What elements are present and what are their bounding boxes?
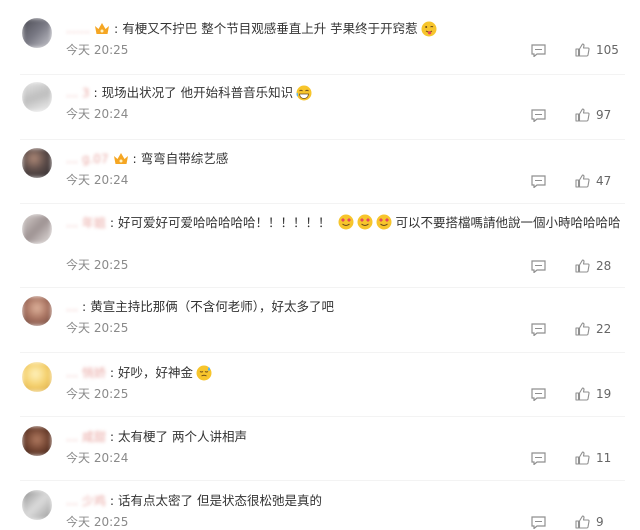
avatar[interactable] bbox=[22, 82, 52, 112]
reply-icon[interactable] bbox=[531, 109, 546, 122]
like-button[interactable]: 28 bbox=[575, 259, 611, 273]
comment-text: 有梗又不拧巴 整个节目观感垂直上升 芋果终于开窍惹 bbox=[122, 21, 418, 36]
like-button[interactable]: 11 bbox=[575, 451, 611, 465]
username[interactable]: … 悄娇 bbox=[66, 362, 106, 384]
colon: : bbox=[93, 85, 98, 100]
like-button[interactable]: 9 bbox=[575, 515, 604, 529]
tongue-icon bbox=[421, 21, 437, 37]
thumbs-up-icon bbox=[575, 174, 590, 188]
username[interactable]: … g.07 bbox=[66, 148, 109, 170]
comment-text-continued: 可以不要搭檔嗎請他說一個小時哈哈哈哈 bbox=[395, 215, 621, 230]
username[interactable]: … bbox=[66, 296, 78, 318]
like-button[interactable]: 22 bbox=[575, 322, 611, 336]
username[interactable]: … 咸甜 bbox=[66, 426, 106, 448]
like-count: 9 bbox=[596, 515, 604, 529]
comment-text: 黄宣主持比那俩（不含何老师），好太多了吧 bbox=[90, 299, 334, 314]
avatar[interactable] bbox=[22, 296, 52, 326]
vip-crown-icon bbox=[95, 23, 109, 34]
comment-text: 好可爱好可爱哈哈哈哈哈！！！！！！ bbox=[118, 215, 331, 230]
comment-text: 好吵，好神金 bbox=[118, 365, 194, 380]
timestamp: 今天 20:25 bbox=[66, 387, 129, 401]
vip-crown-icon bbox=[113, 153, 128, 164]
avatar[interactable] bbox=[22, 214, 52, 244]
thumbs-up-icon bbox=[575, 451, 590, 465]
heart-eyes-icon bbox=[357, 214, 373, 230]
laugh-icon bbox=[296, 85, 312, 101]
avatar[interactable] bbox=[22, 426, 52, 456]
avatar[interactable] bbox=[22, 362, 52, 392]
reply-icon[interactable] bbox=[531, 175, 546, 188]
thumbs-up-icon bbox=[575, 108, 590, 122]
divider bbox=[20, 416, 625, 417]
reply-icon[interactable] bbox=[531, 388, 546, 401]
divider bbox=[20, 203, 625, 204]
timestamp: 今天 20:24 bbox=[66, 173, 129, 187]
comment-text: 话有点太密了 但是状态很松弛是真的 bbox=[118, 493, 323, 508]
username[interactable]: … 少鸡 bbox=[66, 490, 106, 512]
reply-icon[interactable] bbox=[531, 516, 546, 529]
colon: : bbox=[109, 429, 115, 444]
comment-text: 太有梗了 两个人讲相声 bbox=[118, 429, 248, 444]
colon: : bbox=[109, 215, 115, 230]
like-count: 11 bbox=[596, 451, 612, 465]
timestamp: 今天 20:25 bbox=[66, 321, 129, 335]
heart-eyes-icon bbox=[376, 214, 392, 230]
like-button[interactable]: 19 bbox=[575, 387, 611, 401]
thumbs-up-icon bbox=[575, 322, 590, 336]
like-button[interactable]: 97 bbox=[575, 108, 611, 122]
timestamp: 今天 20:25 bbox=[66, 43, 129, 57]
like-button[interactable]: 47 bbox=[575, 174, 611, 188]
avatar[interactable] bbox=[22, 490, 52, 520]
timestamp: 今天 20:24 bbox=[66, 451, 129, 465]
reply-icon[interactable] bbox=[531, 44, 546, 57]
comment-text: 现场出状况了 他开始科普音乐知识 bbox=[101, 85, 294, 100]
colon: : bbox=[132, 151, 137, 166]
timestamp: 今天 20:25 bbox=[66, 515, 129, 529]
reply-icon[interactable] bbox=[531, 452, 546, 465]
divider bbox=[20, 287, 625, 288]
thumbs-up-icon bbox=[575, 515, 590, 529]
comment-text: 弯弯自带综艺感 bbox=[140, 151, 229, 166]
avatar[interactable] bbox=[22, 18, 52, 48]
like-count: 22 bbox=[596, 322, 612, 336]
heart-eyes-emoji-group bbox=[335, 214, 396, 230]
like-count: 28 bbox=[596, 259, 612, 273]
divider bbox=[20, 74, 625, 75]
colon: : bbox=[109, 493, 115, 508]
colon: : bbox=[114, 21, 119, 36]
like-count: 47 bbox=[596, 174, 612, 188]
reply-icon[interactable] bbox=[531, 260, 546, 273]
divider bbox=[20, 480, 625, 481]
thumbs-up-icon bbox=[575, 43, 590, 57]
sweat-icon bbox=[196, 365, 212, 381]
heart-eyes-icon bbox=[338, 214, 354, 230]
timestamp: 今天 20:25 bbox=[66, 258, 129, 272]
reply-icon[interactable] bbox=[531, 323, 546, 336]
username[interactable]: … 年姐 bbox=[66, 212, 106, 234]
colon: : bbox=[82, 299, 87, 314]
like-count: 105 bbox=[596, 43, 619, 57]
divider bbox=[20, 139, 625, 140]
like-count: 19 bbox=[596, 387, 612, 401]
like-count: 97 bbox=[596, 108, 612, 122]
thumbs-up-icon bbox=[575, 387, 590, 401]
colon: : bbox=[109, 365, 115, 380]
avatar[interactable] bbox=[22, 148, 52, 178]
divider bbox=[20, 352, 625, 353]
like-button[interactable]: 105 bbox=[575, 43, 619, 57]
timestamp: 今天 20:24 bbox=[66, 107, 129, 121]
thumbs-up-icon bbox=[575, 259, 590, 273]
username[interactable]: … 3 bbox=[66, 82, 89, 104]
username[interactable]: …… bbox=[66, 18, 90, 40]
